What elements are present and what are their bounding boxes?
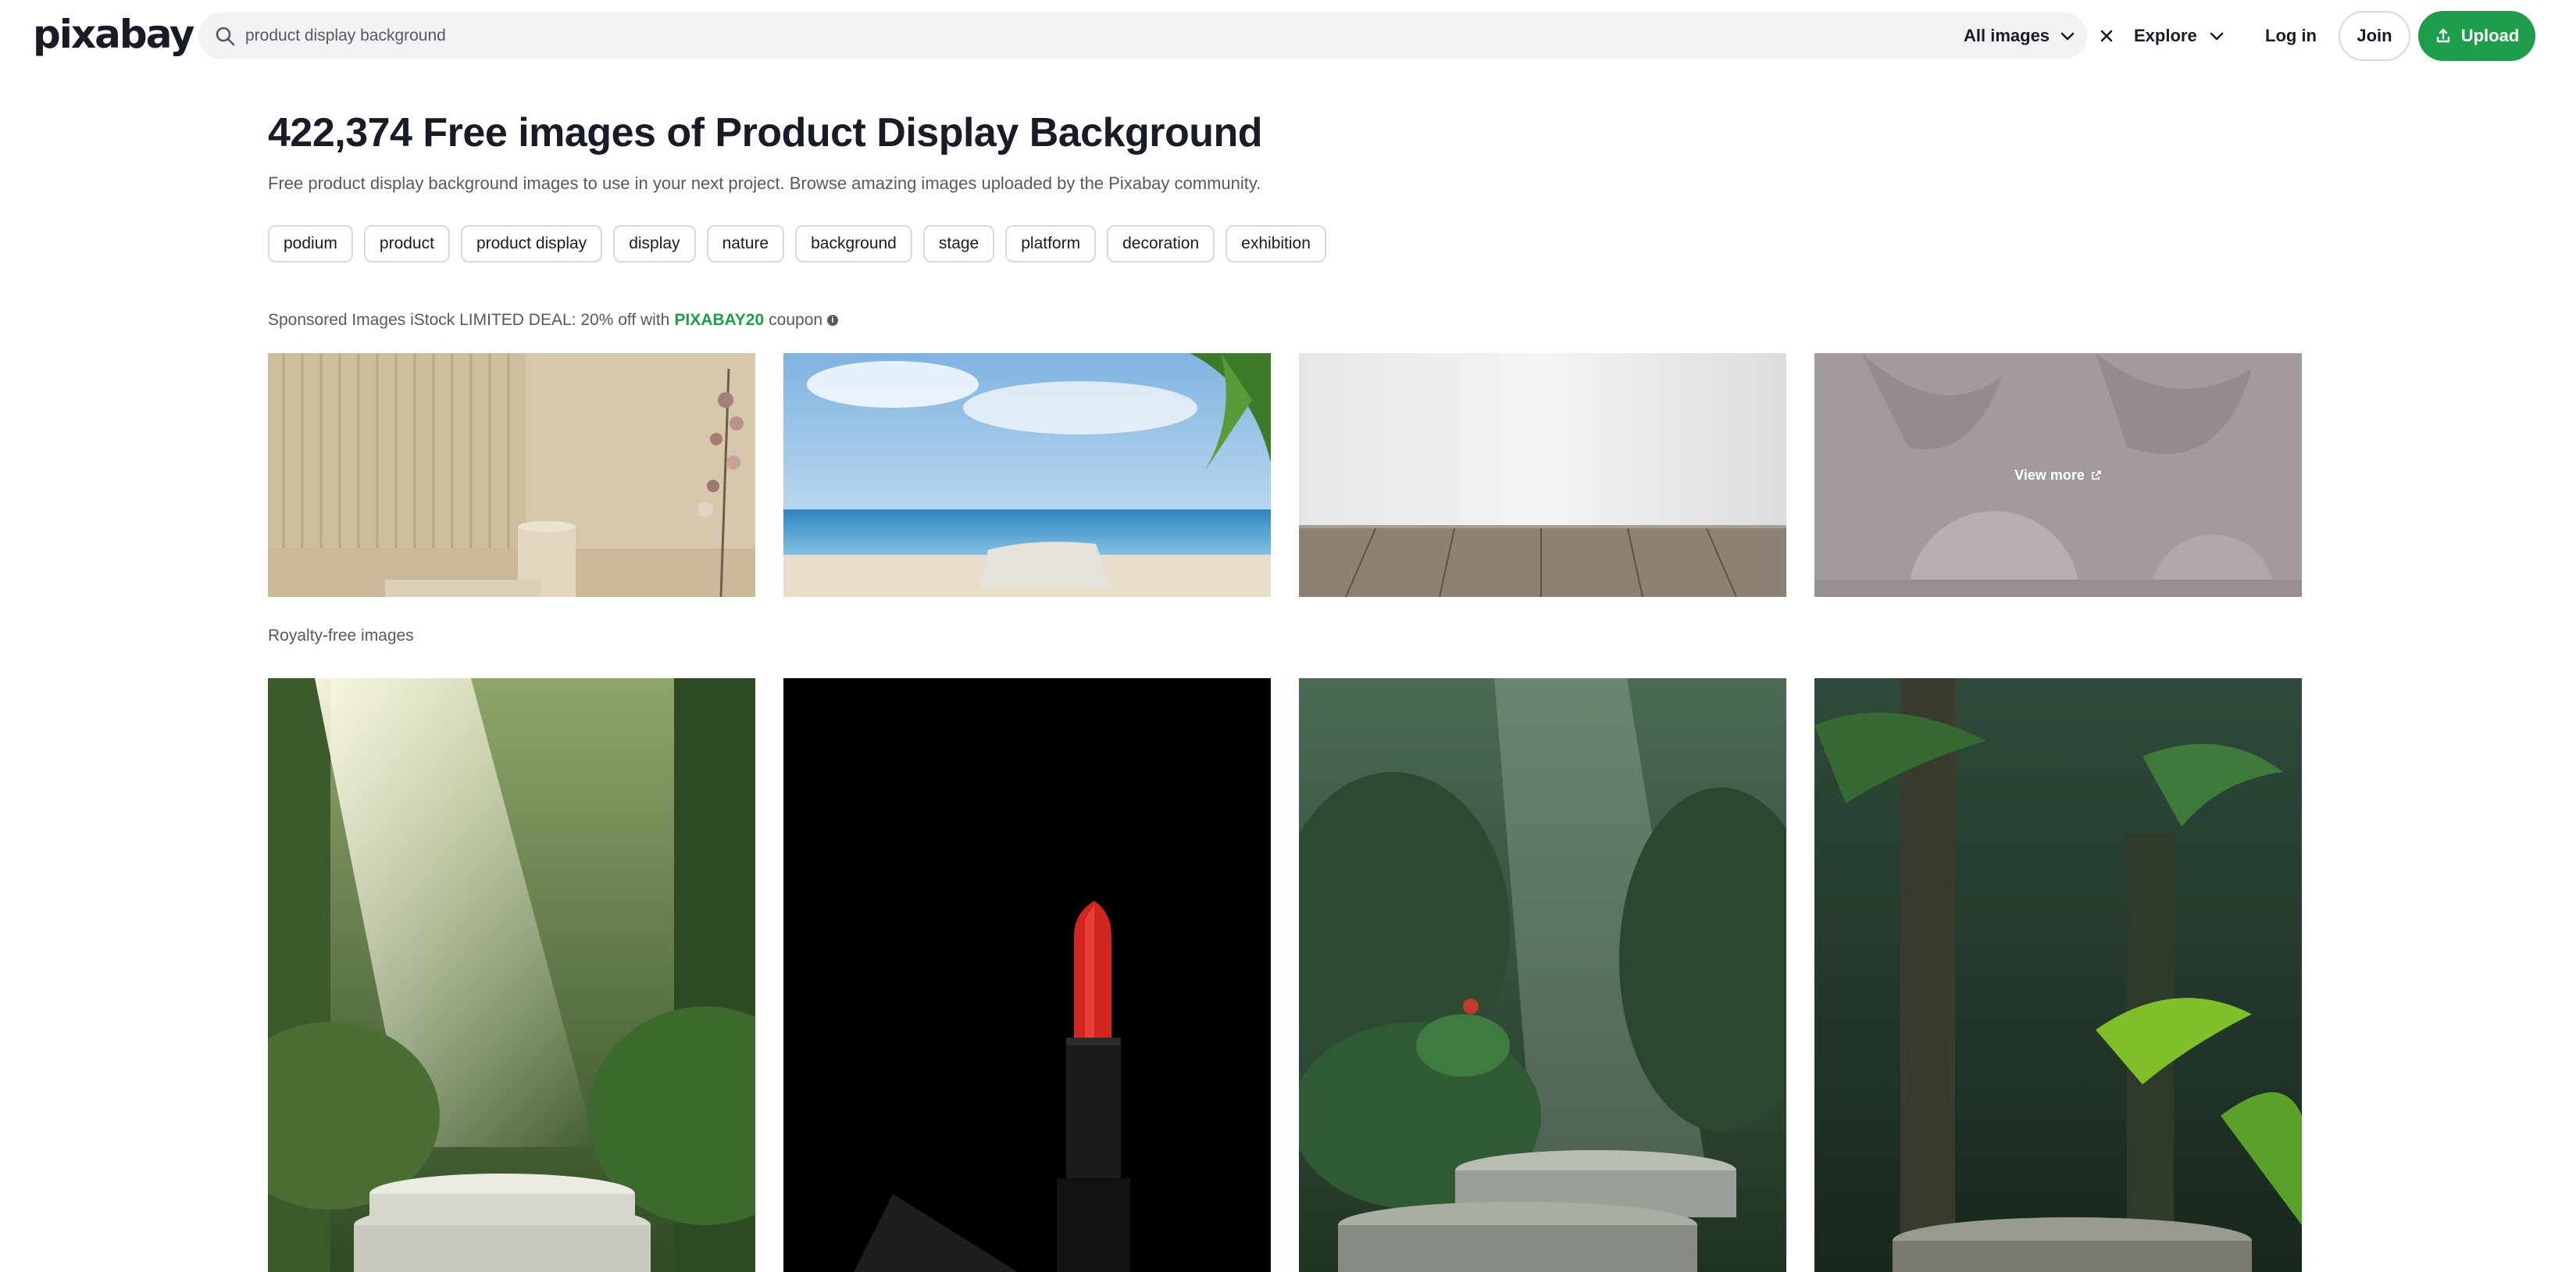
sponsored-image-beige-podium[interactable] [268, 353, 755, 597]
sponsored-prefix: Sponsored Images iStock LIMITED DEAL: 20… [268, 311, 670, 329]
close-icon[interactable] [2095, 24, 2118, 48]
upload-icon [2436, 28, 2449, 43]
tag-background[interactable]: background [795, 225, 912, 263]
sponsored-image-beach-rock[interactable] [783, 353, 1271, 597]
sponsored-label: Sponsored Images iStock LIMITED DEAL: 20… [268, 311, 839, 330]
explore-menu[interactable]: Explore [2118, 13, 2241, 59]
view-more-link[interactable]: View more [1814, 353, 2302, 597]
upload-label: Upload [2460, 26, 2520, 45]
result-image-tropical-rock[interactable] [1814, 678, 2302, 1272]
tag-decoration[interactable]: decoration [1107, 225, 1215, 263]
top-navigation-bar: pixabay All images Explore Log in Join U… [0, 0, 2576, 72]
tag-nature[interactable]: nature [706, 225, 785, 263]
page-subtitle: Free product display background images t… [268, 173, 1261, 193]
pixabay-logo[interactable]: pixabay [33, 11, 195, 58]
result-image-red-lipstick[interactable] [783, 678, 1271, 1272]
chevron-down-icon [2210, 32, 2224, 41]
search-bar[interactable] [198, 13, 2113, 59]
login-link[interactable]: Log in [2250, 13, 2332, 59]
tag-product-display[interactable]: product display [460, 225, 603, 263]
sponsored-suffix: coupon [769, 311, 823, 329]
view-more-label: View more [2014, 466, 2085, 483]
external-link-icon [2092, 470, 2101, 480]
upload-button[interactable]: Upload [2418, 11, 2535, 61]
result-image-forest-light-podium[interactable] [268, 678, 755, 1272]
image-type-label: All images [1964, 26, 2050, 45]
search-input[interactable] [245, 19, 1886, 53]
sponsored-image-view-more[interactable]: View more [1814, 353, 2302, 597]
sponsored-image-wood-table[interactable] [1299, 353, 1786, 597]
explore-label: Explore [2134, 26, 2197, 45]
tag-product[interactable]: product [363, 225, 450, 263]
tag-stage[interactable]: stage [922, 225, 995, 263]
chevron-down-icon [2060, 32, 2075, 41]
tag-platform[interactable]: platform [1005, 225, 1097, 263]
join-button[interactable]: Join [2339, 11, 2410, 61]
search-icon [216, 27, 235, 46]
tag-display[interactable]: display [613, 225, 696, 263]
tag-exhibition[interactable]: exhibition [1226, 225, 1326, 263]
image-type-select[interactable]: All images [1945, 13, 2087, 59]
results-label: Royalty-free images [268, 627, 414, 645]
related-tags: podium product product display display n… [268, 225, 1326, 263]
coupon-code: PIXABAY20 [674, 311, 765, 329]
page-title: 422,374 Free images of Product Display B… [268, 110, 1263, 155]
tag-podium[interactable]: podium [268, 225, 353, 263]
info-icon[interactable]: i [827, 315, 839, 326]
result-image-jungle-stone-podium[interactable] [1299, 678, 1786, 1272]
